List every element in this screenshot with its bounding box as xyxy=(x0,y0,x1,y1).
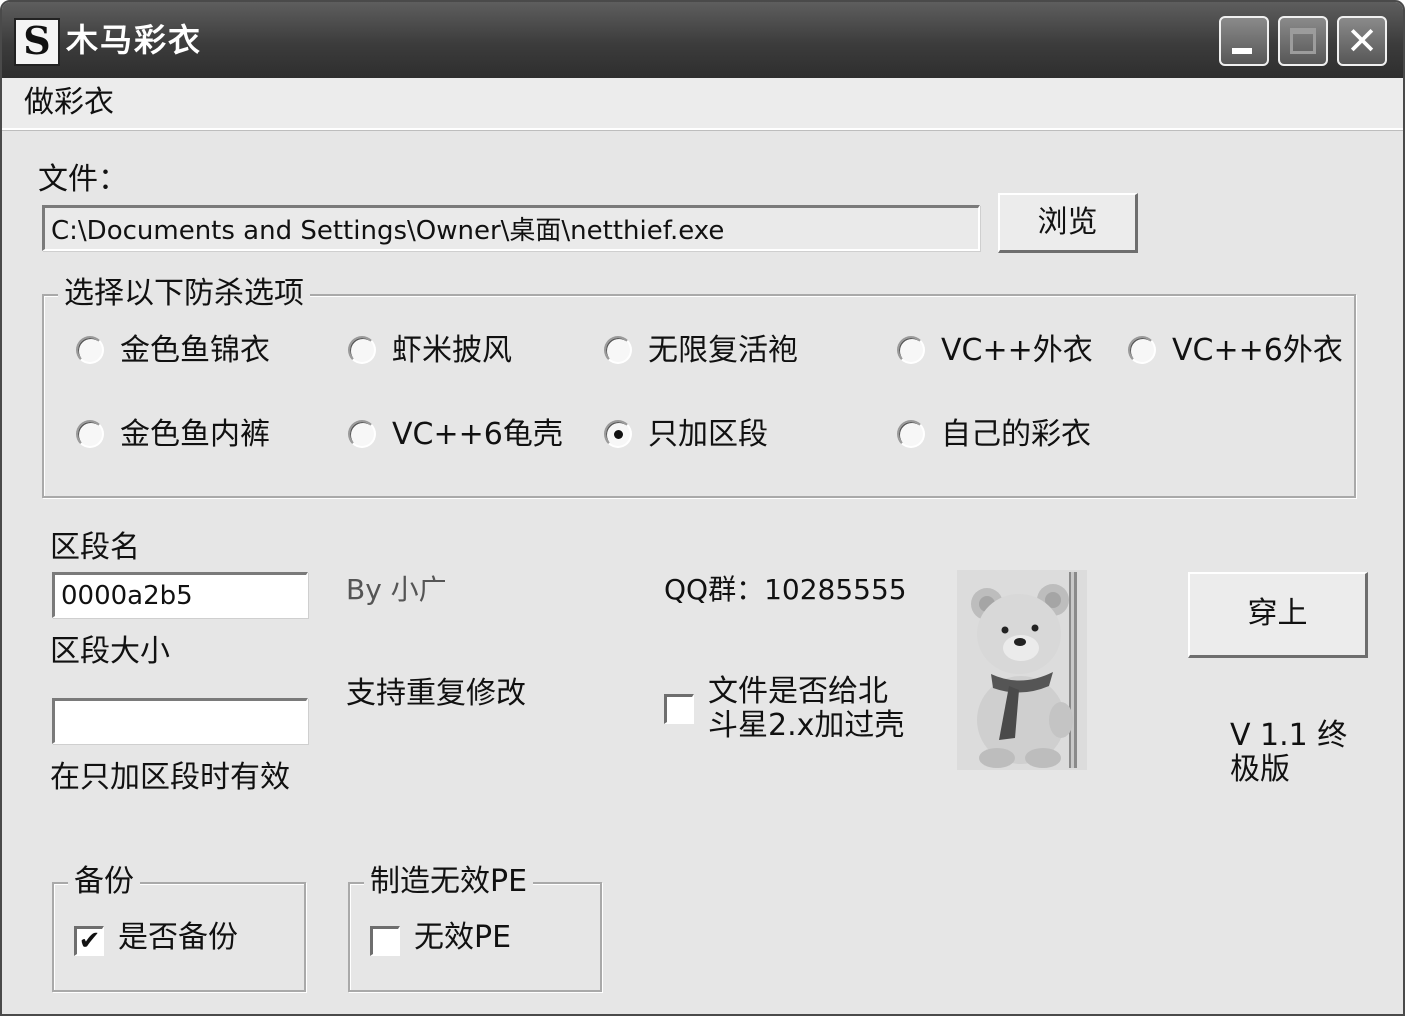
main-window: S 木马彩衣 ✕ 做彩衣 文件： 浏览 选择以下防杀选项 金色鱼锦衣 虾米披风 … xyxy=(0,0,1405,1016)
radio-label: 只加区段 xyxy=(648,417,768,452)
section-size-input[interactable] xyxy=(52,698,308,744)
radio-label: 无限复活袍 xyxy=(648,333,798,368)
radio-label: 金色鱼锦衣 xyxy=(120,333,270,368)
section-only-note: 在只加区段时有效 xyxy=(50,760,290,795)
app-s-icon: S xyxy=(14,18,60,66)
apply-button[interactable]: 穿上 xyxy=(1188,572,1368,658)
close-icon: ✕ xyxy=(1346,19,1378,63)
protection-options-group: 选择以下防杀选项 xyxy=(42,276,1356,498)
radio-circle-icon xyxy=(1128,336,1156,364)
file-label: 文件： xyxy=(38,162,128,197)
radio-circle-icon xyxy=(76,420,104,448)
radio-label: VC++6外衣 xyxy=(1172,333,1343,368)
version-line2: 极版 xyxy=(1230,752,1290,787)
radio-label: 虾米披风 xyxy=(392,333,512,368)
radio-label: VC++6龟壳 xyxy=(392,417,563,452)
section-name-input[interactable] xyxy=(52,572,308,618)
radio-circle-icon xyxy=(897,336,925,364)
radio-label: 自己的彩衣 xyxy=(941,417,1091,452)
title-bar[interactable]: S 木马彩衣 ✕ xyxy=(2,2,1403,78)
author-text: By 小广 xyxy=(346,573,447,606)
packed-label-line1: 文件是否给北 xyxy=(708,674,888,709)
radio-circle-selected-icon xyxy=(604,420,632,448)
backup-label: 是否备份 xyxy=(118,920,238,955)
radio-circle-icon xyxy=(348,336,376,364)
repeat-modify-text: 支持重复修改 xyxy=(346,676,526,711)
packed-checkbox[interactable] xyxy=(664,694,694,724)
section-size-label: 区段大小 xyxy=(50,634,170,669)
menu-bar: 做彩衣 xyxy=(2,78,1403,130)
section-name-label: 区段名 xyxy=(50,530,140,565)
checkmark-icon: ✔ xyxy=(78,926,101,956)
minimize-icon xyxy=(1232,48,1252,54)
radio-circle-icon xyxy=(604,336,632,364)
menu-item-make[interactable]: 做彩衣 xyxy=(24,86,114,120)
protection-options-legend: 选择以下防杀选项 xyxy=(58,276,310,312)
radio-circle-icon xyxy=(76,336,104,364)
teddy-bear-icon xyxy=(957,570,1087,770)
packed-label-line2: 斗星2.x加过壳 xyxy=(708,708,905,743)
backup-checkbox[interactable]: ✔ xyxy=(74,926,104,956)
backup-legend: 备份 xyxy=(68,864,140,900)
radio-circle-icon xyxy=(348,420,376,448)
invalid-pe-legend: 制造无效PE xyxy=(364,864,534,900)
radio-label: 金色鱼内裤 xyxy=(120,417,270,452)
file-path-field[interactable] xyxy=(42,205,980,251)
radio-circle-icon xyxy=(897,420,925,448)
maximize-button[interactable] xyxy=(1278,16,1328,66)
version-line1: V 1.1 终 xyxy=(1230,718,1348,753)
invalid-pe-label: 无效PE xyxy=(414,920,512,955)
minimize-button[interactable] xyxy=(1219,16,1269,66)
qq-group-text: QQ群：10285555 xyxy=(664,573,907,606)
close-button[interactable]: ✕ xyxy=(1337,16,1387,66)
invalid-pe-checkbox[interactable] xyxy=(370,926,400,956)
radio-label: VC++外衣 xyxy=(941,333,1093,368)
maximize-icon xyxy=(1290,28,1316,54)
window-title: 木马彩衣 xyxy=(66,21,203,59)
browse-button[interactable]: 浏览 xyxy=(998,193,1138,253)
